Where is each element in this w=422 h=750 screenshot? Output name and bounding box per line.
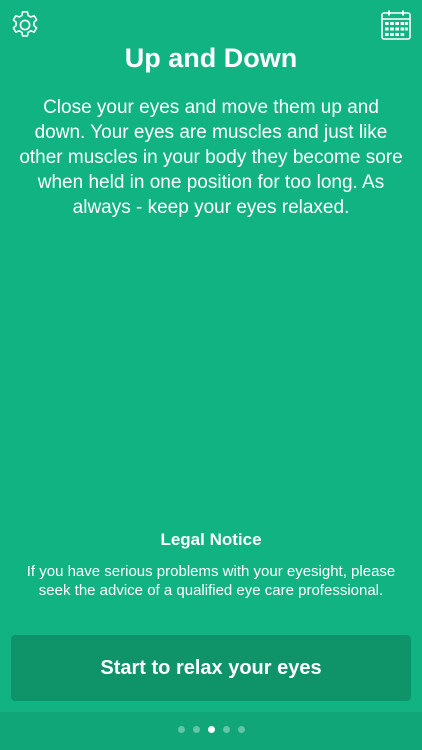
exercise-description: Close your eyes and move them up and dow… [19,97,403,218]
settings-button[interactable] [8,8,42,42]
legal-notice-title: Legal Notice [160,530,262,549]
gear-icon [12,11,38,37]
start-relax-button[interactable]: Start to relax your eyes [11,635,411,701]
legal-notice-text: If you have serious problems with your e… [26,563,396,599]
page-indicator [0,726,422,733]
exercise-screen: Up and Down Close your eyes and move the… [0,0,422,750]
page-dot[interactable] [192,726,200,733]
exercise-title: Up and Down [124,43,298,73]
page-dot[interactable] [207,726,215,733]
page-dot[interactable] [222,726,230,733]
page-dot[interactable] [177,726,185,733]
calendar-icon [381,10,411,40]
calendar-button[interactable] [379,8,413,42]
page-dot[interactable] [237,726,245,733]
